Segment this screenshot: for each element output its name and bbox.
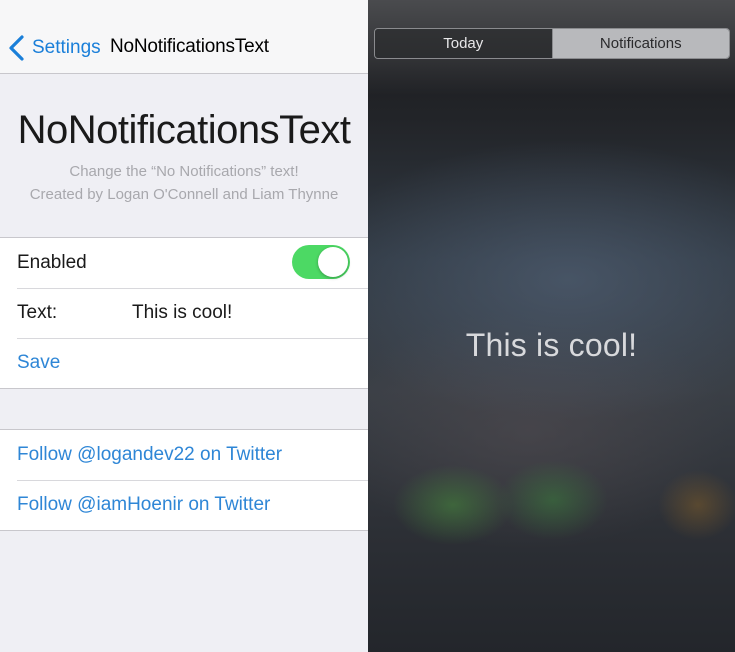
page-credits: Created by Logan O'Connell and Liam Thyn… xyxy=(29,186,339,203)
text-input[interactable]: This is cool! xyxy=(132,302,232,324)
tab-today[interactable]: Today xyxy=(375,29,553,58)
navigation-bar: Settings NoNotificationsText xyxy=(0,0,368,74)
follow-iamhoenir-cell[interactable]: Follow @iamHoenir on Twitter xyxy=(0,480,368,530)
back-button[interactable]: Settings xyxy=(8,33,101,63)
no-notifications-text: This is cool! xyxy=(465,327,638,363)
chevron-left-icon xyxy=(9,35,24,61)
screen: Settings NoNotificationsText NoNotificat… xyxy=(0,0,735,652)
notification-center: Today Notifications This is cool! xyxy=(368,0,735,652)
settings-group-links: Follow @logandev22 on Twitter Follow @ia… xyxy=(0,429,368,531)
enabled-toggle[interactable] xyxy=(292,245,350,279)
text-label: Text: xyxy=(17,302,58,323)
page-subtitle: Change the “No Notifications” text! xyxy=(69,163,299,180)
page-title: NoNotificationsText xyxy=(17,108,351,152)
settings-group-main: Enabled Text: This is cool! Save xyxy=(0,237,368,389)
segmented-control: Today Notifications xyxy=(374,28,730,59)
text-cell[interactable]: Text: This is cool! xyxy=(0,288,368,338)
back-button-label: Settings xyxy=(32,37,101,58)
enabled-label: Enabled xyxy=(17,252,87,273)
tab-notifications[interactable]: Notifications xyxy=(552,29,729,58)
nav-title: NoNotificationsText xyxy=(110,36,269,57)
enabled-cell: Enabled xyxy=(0,238,368,288)
save-button[interactable]: Save xyxy=(17,352,60,374)
settings-pane: Settings NoNotificationsText NoNotificat… xyxy=(0,0,368,652)
toggle-knob xyxy=(318,247,348,277)
follow-iamhoenir-link[interactable]: Follow @iamHoenir on Twitter xyxy=(17,494,270,516)
follow-logandev22-cell[interactable]: Follow @logandev22 on Twitter xyxy=(0,430,368,480)
save-cell[interactable]: Save xyxy=(0,338,368,388)
follow-logandev22-link[interactable]: Follow @logandev22 on Twitter xyxy=(17,444,282,466)
